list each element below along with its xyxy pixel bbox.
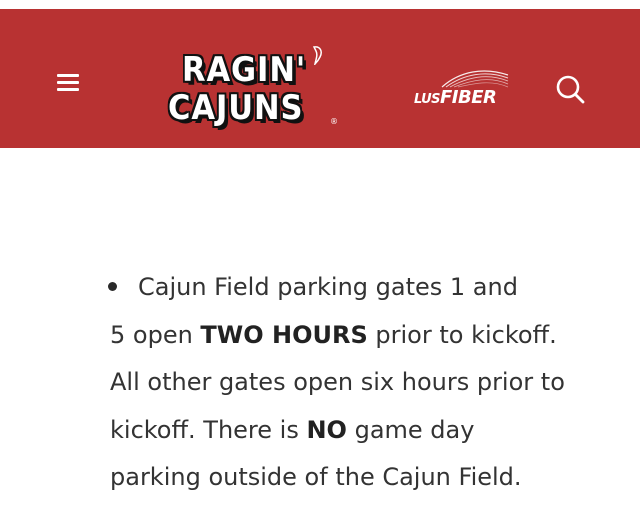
top-strip bbox=[0, 0, 640, 9]
sponsor-wordmark: LUSFIBER bbox=[414, 87, 497, 108]
logo-line-ragin: RAGIN' bbox=[182, 50, 307, 90]
parking-info-paragraph: Cajun Field parking gates 1 and 5 open T… bbox=[110, 264, 610, 502]
text-line-2: 5 open TWO HOURS prior to kickoff. bbox=[110, 312, 610, 360]
text-line-3: All other gates open six hours prior to bbox=[110, 368, 565, 396]
sponsor-lus-text: LUS bbox=[414, 92, 441, 107]
emphasis-two-hours: TWO HOURS bbox=[200, 320, 368, 349]
text-line-1: Cajun Field parking gates 1 and bbox=[138, 273, 518, 301]
registered-mark: ® bbox=[330, 117, 338, 126]
emphasis-no: NO bbox=[306, 415, 347, 444]
sponsor-fiber-text: FIBER bbox=[440, 87, 497, 108]
text-line-2-pre: 5 open bbox=[110, 320, 201, 349]
lus-fiber-logo[interactable]: LUSFIBER bbox=[412, 65, 522, 113]
text-line-4-post: game day bbox=[346, 415, 475, 444]
text-line-2-post: prior to kickoff. bbox=[367, 320, 557, 349]
pepper-icon bbox=[312, 46, 322, 65]
text-line-5: parking outside of the Cajun Field. bbox=[110, 463, 522, 491]
article-content: Cajun Field parking gates 1 and 5 open T… bbox=[0, 148, 640, 511]
site-header: RAGIN' CAJUNS ® LUSFIBER bbox=[0, 9, 640, 148]
logo-line-cajuns: CAJUNS bbox=[168, 88, 304, 128]
fiber-swoosh-icon bbox=[441, 70, 509, 88]
ragin-cajuns-logo[interactable]: RAGIN' CAJUNS ® bbox=[162, 45, 352, 135]
text-line-4: kickoff. There is NO game day bbox=[110, 407, 610, 455]
text-line-4-pre: kickoff. There is bbox=[110, 415, 307, 444]
search-icon[interactable] bbox=[552, 71, 588, 107]
hamburger-menu-icon[interactable] bbox=[53, 68, 85, 96]
